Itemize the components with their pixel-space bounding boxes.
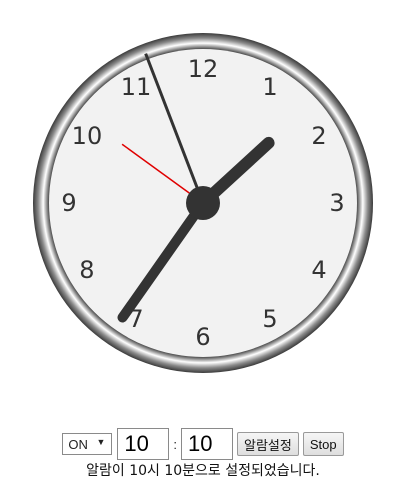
clock-numeral: 5: [262, 305, 277, 333]
alarm-status-message: 알람이 10시 10분으로 설정되었습니다.: [86, 463, 320, 479]
alarm-controls: ON ▼ : 알람설정 Stop: [0, 426, 406, 462]
clock-numeral: 11: [121, 73, 152, 101]
alarm-hour-input[interactable]: [117, 428, 170, 460]
time-separator: :: [173, 436, 178, 452]
clock-numeral: 12: [188, 55, 219, 83]
clock-center-cap: [186, 186, 220, 220]
analog-clock: 121234567891011: [33, 33, 373, 373]
alarm-mode-value: ON: [68, 437, 88, 452]
chevron-down-icon: ▼: [96, 437, 106, 447]
clock-numeral: 8: [79, 256, 94, 284]
clock-numeral: 6: [195, 323, 210, 351]
stop-alarm-button[interactable]: Stop: [302, 432, 344, 456]
set-alarm-button[interactable]: 알람설정: [237, 432, 299, 456]
clock-numeral: 9: [61, 189, 76, 217]
clock-numeral: 1: [262, 73, 277, 101]
clock-numeral: 3: [329, 189, 344, 217]
clock-numeral: 4: [311, 256, 326, 284]
alarm-minute-input[interactable]: [181, 428, 234, 460]
alarm-mode-select[interactable]: ON ▼: [62, 433, 113, 455]
clock-numeral: 2: [311, 122, 326, 150]
clock-numeral: 10: [72, 122, 103, 150]
